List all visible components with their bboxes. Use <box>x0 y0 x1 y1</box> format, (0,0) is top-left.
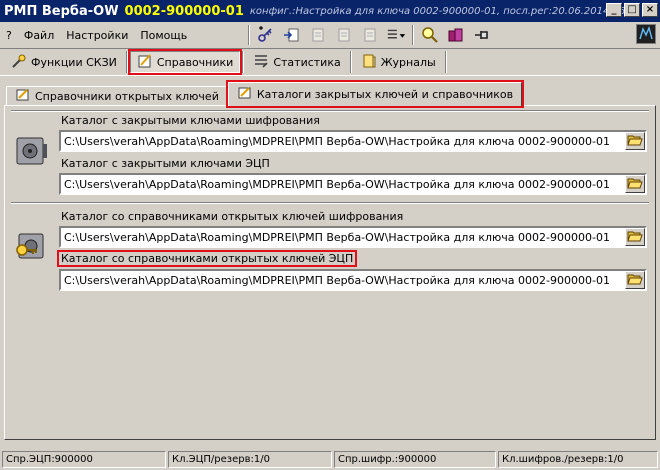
tab-public-key-directories[interactable]: Справочники открытых ключей <box>6 86 228 106</box>
app-title: РМП Верба-OW <box>4 3 119 19</box>
public-encryption-path[interactable]: C:\Users\verah\AppData\Roaming\MDPREI\РМ… <box>61 231 625 244</box>
menu-help-question[interactable]: ? <box>0 29 18 42</box>
journals-label: Журналы <box>380 55 436 69</box>
private-encryption-path-field[interactable]: C:\Users\verah\AppData\Roaming\MDPREI\РМ… <box>59 130 647 152</box>
private-signature-label: Каталог с закрытыми ключами ЭЦП <box>61 157 270 170</box>
toolbar-separator <box>125 51 128 73</box>
statistics-label: Статистика <box>273 55 341 69</box>
doc-icon[interactable] <box>334 25 354 45</box>
key-add-icon[interactable] <box>256 25 276 45</box>
skzi-functions-label: Функции СКЗИ <box>31 55 117 69</box>
folder-open-icon <box>627 177 643 192</box>
statistics-icon <box>253 53 269 72</box>
skzi-functions-button[interactable]: Функции СКЗИ <box>4 51 124 73</box>
directory-edit-icon <box>137 53 153 72</box>
maximize-button[interactable]: □ <box>624 3 640 17</box>
journals-button[interactable]: Журналы <box>354 51 443 73</box>
tab-public-key-directories-label: Справочники открытых ключей <box>35 90 219 103</box>
safe-icon <box>13 132 51 170</box>
public-signature-path[interactable]: C:\Users\verah\AppData\Roaming\MDPREI\РМ… <box>61 274 625 287</box>
public-signature-label: Каталог со справочниками открытых ключей… <box>56 250 358 267</box>
directory-edit-icon <box>237 86 253 103</box>
toolbar-separator <box>242 51 245 73</box>
search-icon[interactable] <box>420 25 440 45</box>
group-separator <box>11 202 649 204</box>
app-logo-icon <box>636 24 656 44</box>
private-signature-browse-button[interactable] <box>625 175 645 193</box>
status-encryption-directory: Спр.шифр.:900000 <box>334 451 496 468</box>
dropdown-tool-icon[interactable] <box>386 25 406 45</box>
window-controls: _ □ × <box>606 3 658 17</box>
directory-icon <box>15 88 31 105</box>
tab-private-key-catalogs-label: Каталоги закрытых ключей и справочников <box>256 88 514 101</box>
menu-help[interactable]: Помощь <box>134 29 193 42</box>
menu-bar: ? Файл Настройки Помощь <box>0 23 660 47</box>
doc-icon[interactable] <box>308 25 328 45</box>
tab-private-key-catalogs[interactable]: Каталоги закрытых ключей и справочников <box>225 80 525 108</box>
public-signature-path-field[interactable]: C:\Users\verah\AppData\Roaming\MDPREI\РМ… <box>59 269 647 291</box>
close-button[interactable]: × <box>642 3 658 17</box>
journal-icon <box>361 53 377 72</box>
tab-strip: Справочники открытых ключей Каталоги зак… <box>6 80 525 108</box>
statistics-button[interactable]: Статистика <box>246 51 347 73</box>
menu-settings[interactable]: Настройки <box>60 29 134 42</box>
tab-panel: Каталог с закрытыми ключами шифрования C… <box>4 105 656 440</box>
toolbar-separator <box>444 51 447 73</box>
status-encryption-keys: Кл.шифров./резерв:1/0 <box>498 451 658 468</box>
app-subtitle: конфиг.:Настройка для ключа 0002-900000-… <box>249 5 639 17</box>
public-encryption-path-field[interactable]: C:\Users\verah\AppData\Roaming\MDPREI\РМ… <box>59 226 647 248</box>
status-signature-keys: Кл.ЭЦП/резерв:1/0 <box>168 451 332 468</box>
public-encryption-label: Каталог со справочниками открытых ключей… <box>61 210 404 223</box>
app-serial: 0002-900000-01 <box>124 3 244 19</box>
books-icon[interactable] <box>446 25 466 45</box>
menu-file[interactable]: Файл <box>18 29 60 42</box>
private-encryption-browse-button[interactable] <box>625 132 645 150</box>
directories-label: Справочники <box>156 55 234 69</box>
folder-open-icon <box>627 273 643 288</box>
status-signature-directory: Спр.ЭЦП:900000 <box>2 451 166 468</box>
toolbar-separator <box>248 25 250 45</box>
private-encryption-label: Каталог с закрытыми ключами шифрования <box>61 114 320 127</box>
public-encryption-browse-button[interactable] <box>625 228 645 246</box>
pin-icon[interactable] <box>472 25 492 45</box>
minimize-button[interactable]: _ <box>606 3 622 17</box>
group-separator <box>11 110 649 112</box>
private-signature-path[interactable]: C:\Users\verah\AppData\Roaming\MDPREI\РМ… <box>61 178 625 191</box>
status-bar: Спр.ЭЦП:900000 Кл.ЭЦП/резерв:1/0 Спр.шиф… <box>0 449 660 470</box>
key-import-icon[interactable] <box>282 25 302 45</box>
public-signature-browse-button[interactable] <box>625 271 645 289</box>
toolbar <box>248 25 492 45</box>
function-bar: Функции СКЗИ Справочники Статистика Журн… <box>0 48 660 76</box>
doc-icon[interactable] <box>360 25 380 45</box>
private-encryption-path[interactable]: C:\Users\verah\AppData\Roaming\MDPREI\РМ… <box>61 135 625 148</box>
key-tool-icon <box>11 53 27 72</box>
private-signature-path-field[interactable]: C:\Users\verah\AppData\Roaming\MDPREI\РМ… <box>59 173 647 195</box>
directories-button[interactable]: Справочники <box>127 49 243 75</box>
folder-open-icon <box>627 134 643 149</box>
key-safe-icon <box>13 228 51 266</box>
folder-open-icon <box>627 230 643 245</box>
toolbar-separator <box>412 25 414 45</box>
toolbar-separator <box>349 51 352 73</box>
title-bar[interactable]: РМП Верба-OW 0002-900000-01 конфиг.:Наст… <box>0 0 660 22</box>
